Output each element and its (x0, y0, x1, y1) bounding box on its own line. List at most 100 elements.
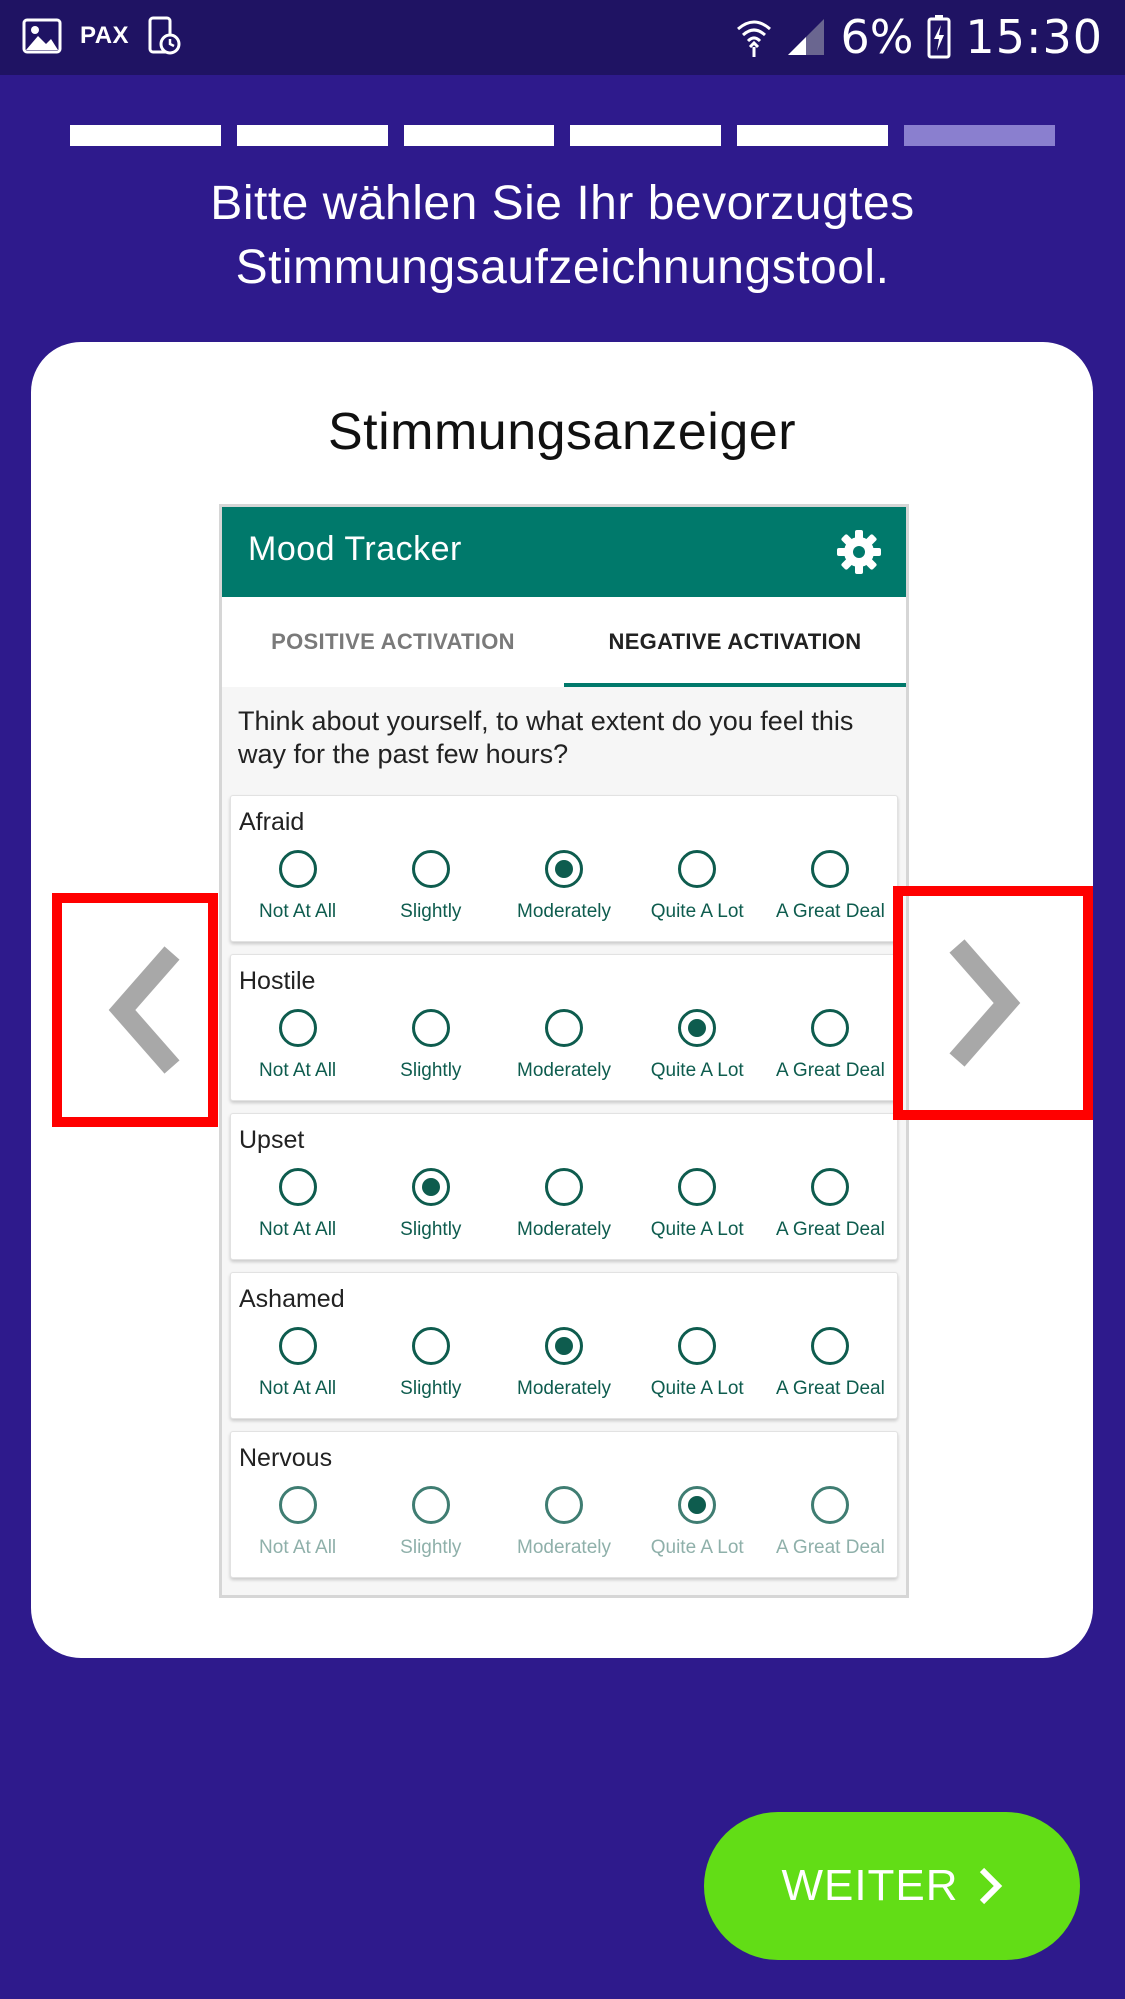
rating-option: Quite A Lot (631, 1327, 764, 1400)
gear-icon (837, 530, 881, 574)
status-pax-text: PAX (80, 22, 130, 49)
preview-item-list: Afraid Not At All Slightly Moderately Quite … (222, 795, 906, 1578)
rating-option-label: Not At All (259, 1060, 337, 1081)
radio-button (545, 1009, 583, 1047)
status-right: 6% 15:30 (736, 10, 1103, 64)
radio-button (545, 1168, 583, 1206)
radio-button (278, 1168, 317, 1206)
rating-option-label: A Great Deal (776, 1060, 885, 1081)
radio-button (278, 1327, 317, 1365)
mood-item-label: Nervous (239, 1444, 333, 1472)
rating-options: Not At All Slightly Moderately Quite A Lot A… (231, 1168, 897, 1241)
rating-option-label: Moderately (517, 1537, 611, 1558)
mood-item: Upset Not At All Slightly Moderately Quite A… (230, 1113, 898, 1260)
rating-option: Quite A Lot (631, 850, 764, 923)
radio-button (411, 1486, 450, 1524)
mood-item: Afraid Not At All Slightly Moderately Quite … (230, 795, 898, 942)
mood-item-label: Ashamed (239, 1285, 345, 1313)
rating-option: Moderately (497, 1168, 630, 1241)
rating-option-label: Slightly (400, 1378, 462, 1399)
rating-option: Not At All (231, 1486, 364, 1559)
radio-button (811, 1009, 850, 1047)
signal-icon (788, 19, 825, 55)
preview-question: Think about yourself, to what extent do … (238, 706, 854, 769)
chevron-right-icon (979, 1867, 1002, 1905)
status-bar: PAX 6% 15:30 (0, 0, 1125, 75)
progress-segment (236, 125, 388, 146)
radio-button (811, 1486, 850, 1524)
rating-option: Moderately (497, 1486, 630, 1559)
preview-tabs: POSITIVE ACTIVATION NEGATIVE ACTIVATION (222, 597, 906, 687)
rating-option: Slightly (364, 1327, 497, 1400)
progress-segment (70, 125, 221, 146)
chevron-right-icon (949, 939, 1021, 1067)
previous-tool-button[interactable] (52, 893, 218, 1127)
rating-option-label: Moderately (517, 1060, 611, 1081)
rating-option: Quite A Lot (631, 1009, 764, 1082)
rating-options: Not At All Slightly Moderately Quite A Lot A… (231, 850, 897, 923)
mood-item: Ashamed Not At All Slightly Moderately Quite… (230, 1272, 898, 1419)
radio-button (411, 850, 450, 888)
rating-option: Moderately (497, 850, 630, 923)
rating-option-label: Not At All (259, 1378, 337, 1399)
mood-item: Nervous Not At All Slightly Moderately Quite… (230, 1431, 898, 1578)
radio-button (811, 1327, 850, 1365)
rating-option-label: Quite A Lot (650, 1378, 744, 1399)
rating-option-label: A Great Deal (776, 901, 885, 922)
radio-button (678, 1009, 717, 1047)
rating-option: Moderately (497, 1009, 630, 1082)
rating-option: Quite A Lot (631, 1168, 764, 1241)
next-tool-button[interactable] (893, 886, 1093, 1120)
instruction-text: Bitte wählen Sie Ihr bevorzugtes Stimmun… (210, 177, 915, 294)
radio-button (411, 1009, 450, 1047)
rating-option: A Great Deal (764, 1168, 897, 1241)
rating-option: Not At All (231, 1009, 364, 1082)
rating-option-label: Quite A Lot (650, 901, 744, 922)
rating-option: Not At All (231, 1168, 364, 1241)
rating-option: A Great Deal (764, 1009, 897, 1082)
radio-button (545, 1327, 583, 1365)
progress-segment (570, 125, 722, 146)
rating-option-label: Not At All (259, 1219, 337, 1240)
battery-percent: 6% (840, 10, 914, 64)
mood-item-label: Hostile (239, 967, 316, 995)
wifi-icon (737, 20, 772, 57)
radio-button (278, 1009, 317, 1047)
screen-timer-icon (148, 16, 181, 55)
weiter-label: WEITER (781, 1861, 959, 1910)
weiter-button[interactable]: WEITER (704, 1812, 1080, 1960)
preview-app-title: Mood Tracker (248, 530, 462, 568)
rating-option-label: Slightly (400, 1537, 462, 1558)
rating-option: Slightly (364, 1009, 497, 1082)
rating-option: Slightly (364, 1168, 497, 1241)
radio-button (545, 1486, 583, 1524)
progress-segment (904, 125, 1055, 146)
rating-option-label: Moderately (517, 1378, 611, 1399)
progress-indicator (70, 125, 1055, 146)
rating-option: A Great Deal (764, 850, 897, 923)
rating-option: Slightly (364, 1486, 497, 1559)
rating-option-label: Slightly (400, 1219, 462, 1240)
rating-option: Not At All (231, 1327, 364, 1400)
rating-option-label: Not At All (259, 1537, 337, 1558)
rating-option-label: A Great Deal (776, 1378, 885, 1399)
tool-preview: Mood Tracker POSITIVE ACTIVATION NEGATIV… (219, 504, 909, 1598)
rating-option-label: Slightly (400, 1060, 462, 1081)
rating-option: Moderately (497, 1327, 630, 1400)
radio-button (678, 850, 717, 888)
progress-segment (403, 125, 555, 146)
rating-option: Slightly (364, 850, 497, 923)
rating-options: Not At All Slightly Moderately Quite A Lot A… (231, 1009, 897, 1082)
radio-button (411, 1168, 450, 1206)
status-left: PAX (22, 16, 181, 56)
rating-option-label: A Great Deal (776, 1537, 885, 1558)
battery-charging-icon (927, 15, 951, 59)
image-icon (22, 18, 62, 54)
rating-option-label: Moderately (517, 1219, 611, 1240)
card-title: Stimmungsanzeiger (327, 403, 797, 461)
mood-item-label: Afraid (239, 808, 305, 836)
rating-option: A Great Deal (764, 1486, 897, 1559)
rating-option-label: Quite A Lot (650, 1219, 744, 1240)
rating-option-label: A Great Deal (776, 1219, 885, 1240)
radio-button (811, 850, 850, 888)
